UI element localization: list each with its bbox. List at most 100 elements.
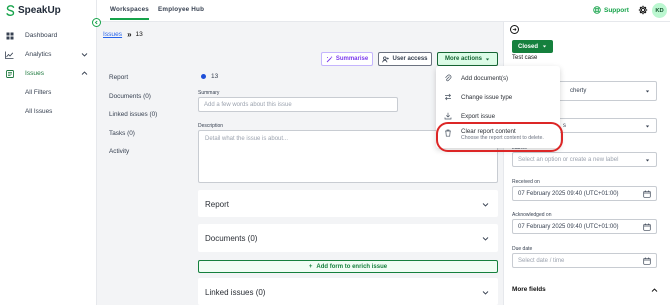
labels-select[interactable]: Select an option or create a new label xyxy=(512,152,657,167)
report-section[interactable]: Report xyxy=(198,190,498,217)
acknowledged-label: Acknowledged on xyxy=(512,212,552,218)
user-access-button[interactable]: User access xyxy=(378,52,432,66)
due-date-label: Due date xyxy=(512,246,533,252)
add-form-button[interactable]: + Add form to enrich issue xyxy=(198,260,498,273)
issue-tabs: Report Documents (0) Linked issues (0) T… xyxy=(109,74,157,167)
speakup-logo-icon xyxy=(6,5,15,16)
chevron-down-icon xyxy=(482,289,489,296)
user-access-label: User access xyxy=(392,56,428,62)
lifebuoy-icon xyxy=(593,6,601,14)
case-name: Test case xyxy=(512,55,538,61)
main-content: Issues » 13 Summarise User access More a… xyxy=(97,22,503,305)
sidebar-subitem-all-filters[interactable]: All Filters xyxy=(0,83,96,102)
breadcrumb-current: 13 xyxy=(135,31,143,38)
due-date-placeholder: Select date / time xyxy=(518,258,565,264)
avatar[interactable]: KD xyxy=(652,3,667,18)
acknowledged-date-field[interactable]: 07 February 2025 09:40 (UTC+01:00) xyxy=(512,219,657,234)
sidebar-item-analytics[interactable]: Analytics xyxy=(0,45,96,64)
issues-icon xyxy=(5,69,14,78)
chevron-down-icon[interactable] xyxy=(81,51,88,58)
caret-down-icon xyxy=(645,90,650,93)
collapse-sidebar-button[interactable] xyxy=(92,18,101,27)
tab-report[interactable]: Report xyxy=(109,74,157,93)
add-form-label: Add form to enrich issue xyxy=(316,263,388,270)
swap-icon xyxy=(445,93,451,101)
status-dot-icon xyxy=(201,74,206,79)
caret-down-icon xyxy=(485,58,490,60)
breadcrumb-issues-link[interactable]: Issues xyxy=(103,31,122,38)
menu-item-add-documents[interactable]: Add document(s) xyxy=(436,69,560,87)
documents-section[interactable]: Documents (0) xyxy=(198,224,498,252)
assignee-value: cherty xyxy=(570,88,587,94)
acknowledged-value: 07 February 2025 09:40 (UTC+01:00) xyxy=(518,224,619,230)
sidebar-subitem-all-issues[interactable]: All Issues xyxy=(0,102,96,121)
arrow-right-icon xyxy=(512,27,517,32)
tab-activity[interactable]: Activity xyxy=(109,148,157,167)
breadcrumb: Issues » 13 xyxy=(103,30,143,39)
chevron-up-icon[interactable] xyxy=(651,287,658,294)
linked-issues-section-title: Linked issues (0) xyxy=(205,288,266,297)
sidebar: SpeakUp Dashboard Analytics Issues All F… xyxy=(0,0,97,305)
dashboard-icon xyxy=(5,31,14,40)
report-section-title: Report xyxy=(205,200,230,209)
menu-item-label: Export issue xyxy=(461,112,496,120)
summarise-button[interactable]: Summarise xyxy=(321,52,373,66)
tab-employee-hub[interactable]: Employee Hub xyxy=(158,6,204,13)
sidebar-nav: Dashboard Analytics Issues All Filters A… xyxy=(0,26,96,121)
description-label: Description xyxy=(198,123,224,129)
chevron-down-icon xyxy=(482,235,489,242)
chevron-down-icon xyxy=(482,201,489,208)
caret-down-icon xyxy=(645,125,650,128)
breadcrumb-separator-icon: » xyxy=(127,30,132,39)
summary-label: Summary xyxy=(198,90,220,96)
status-label: Closed xyxy=(517,43,538,50)
download-icon xyxy=(444,112,452,120)
calendar-icon xyxy=(643,190,651,198)
received-label: Received on xyxy=(512,179,540,185)
sidebar-item-label: Dashboard xyxy=(25,32,58,39)
collapse-panel-button[interactable] xyxy=(510,25,519,34)
magic-wand-icon xyxy=(326,56,333,62)
gear-icon[interactable] xyxy=(638,5,648,15)
received-date-field[interactable]: 07 February 2025 09:40 (UTC+01:00) xyxy=(512,186,657,201)
menu-item-label: Add document(s) xyxy=(461,74,509,82)
support-link[interactable]: Support xyxy=(593,6,629,14)
tab-linked-issues[interactable]: Linked issues (0) xyxy=(109,111,157,130)
details-panel: Closed Test case cherty s Labels Select … xyxy=(503,22,670,305)
issue-number: 13 xyxy=(201,73,218,80)
received-value: 07 February 2025 09:40 (UTC+01:00) xyxy=(518,191,619,197)
summarise-label: Summarise xyxy=(335,56,369,62)
paperclip-icon xyxy=(445,74,452,82)
sidebar-item-label: Issues xyxy=(25,70,45,77)
highlight-annotation xyxy=(436,122,563,152)
summary-input[interactable]: Add a few words about this issue xyxy=(198,97,398,112)
calendar-icon xyxy=(643,257,651,265)
sidebar-item-dashboard[interactable]: Dashboard xyxy=(0,26,96,45)
calendar-icon xyxy=(643,223,651,231)
documents-section-title: Documents (0) xyxy=(205,234,258,243)
app-name: SpeakUp xyxy=(18,5,61,16)
due-date-field[interactable]: Select date / time xyxy=(512,253,657,268)
status-dropdown[interactable]: Closed xyxy=(512,40,553,53)
plus-icon: + xyxy=(308,263,313,270)
top-bar: Workspaces Employee Hub Support KD xyxy=(97,0,670,22)
tab-workspaces[interactable]: Workspaces xyxy=(110,6,149,20)
tab-tasks[interactable]: Tasks (0) xyxy=(109,130,157,149)
caret-down-icon xyxy=(542,45,547,48)
labels-placeholder: Select an option or create a new label xyxy=(518,157,619,163)
sidebar-item-label: Analytics xyxy=(25,51,52,58)
linked-issues-section[interactable]: Linked issues (0) xyxy=(198,278,498,305)
field-value: s xyxy=(563,123,566,129)
menu-item-change-issue-type[interactable]: Change issue type xyxy=(436,88,560,106)
support-label: Support xyxy=(604,6,629,14)
menu-item-label: Change issue type xyxy=(461,93,513,101)
more-actions-label: More actions xyxy=(444,56,482,62)
more-fields-toggle[interactable]: More fields xyxy=(512,286,546,293)
more-actions-button[interactable]: More actions xyxy=(437,52,498,66)
sidebar-item-issues[interactable]: Issues xyxy=(0,64,96,83)
issue-number-value: 13 xyxy=(211,73,219,80)
chevron-up-icon[interactable] xyxy=(81,70,88,77)
user-plus-icon xyxy=(382,56,390,62)
tab-documents[interactable]: Documents (0) xyxy=(109,93,157,112)
app-logo[interactable]: SpeakUp xyxy=(6,5,61,16)
